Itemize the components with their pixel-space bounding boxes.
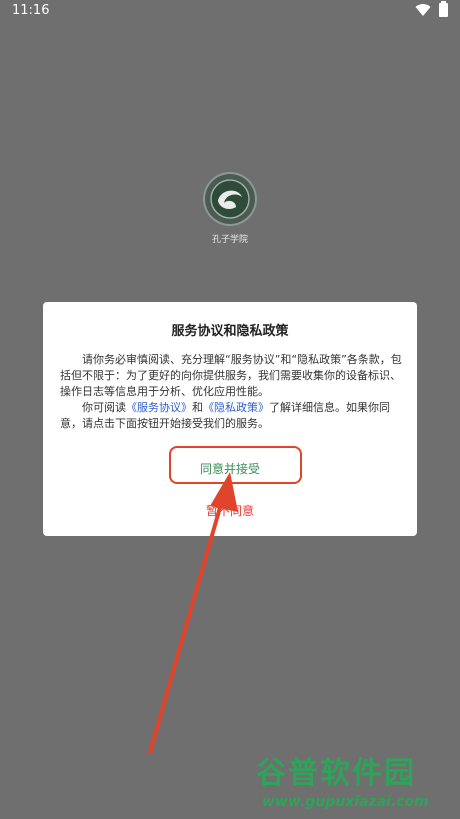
watermark-text: 谷普软件园 (256, 756, 416, 791)
status-icons (415, 1, 448, 17)
privacy-dialog: 服务协议和隐私政策 请你务必审慎阅读、充分理解“服务协议”和“隐私政策”各条款，… (43, 302, 417, 536)
service-agreement-link[interactable]: 《服务协议》 (126, 401, 192, 414)
battery-icon (439, 1, 448, 17)
watermark: 谷普软件园 www.gupuxiazai.com (250, 742, 460, 819)
status-time: 11:16 (12, 3, 50, 18)
wifi-icon (415, 4, 431, 17)
app-logo (203, 172, 257, 226)
para2-prefix: 你可阅读 (82, 401, 126, 414)
dialog-paragraph-1: 请你务必审慎阅读、充分理解“服务协议”和“隐私政策”各条款，包括但不限于：为了更… (60, 353, 402, 398)
annotation-highlight-box (169, 446, 302, 484)
privacy-policy-link[interactable]: 《隐私政策》 (203, 401, 269, 414)
dialog-paragraph-2: 你可阅读《服务协议》和《隐私政策》了解详细信息。如果你同意，请点击下面按钮开始接… (60, 400, 402, 432)
watermark-url: www.gupuxiazai.com (262, 794, 429, 810)
app-name: 孔子学院 (211, 235, 248, 245)
para2-and: 和 (192, 401, 203, 414)
disagree-button[interactable]: 暂不同意 (43, 502, 417, 519)
status-bar: 11:16 (0, 0, 460, 22)
dialog-body: 请你务必审慎阅读、充分理解“服务协议”和“隐私政策”各条款，包括但不限于：为了更… (60, 352, 402, 432)
logo-emblem-icon (210, 179, 250, 219)
dialog-title: 服务协议和隐私政策 (171, 324, 289, 339)
